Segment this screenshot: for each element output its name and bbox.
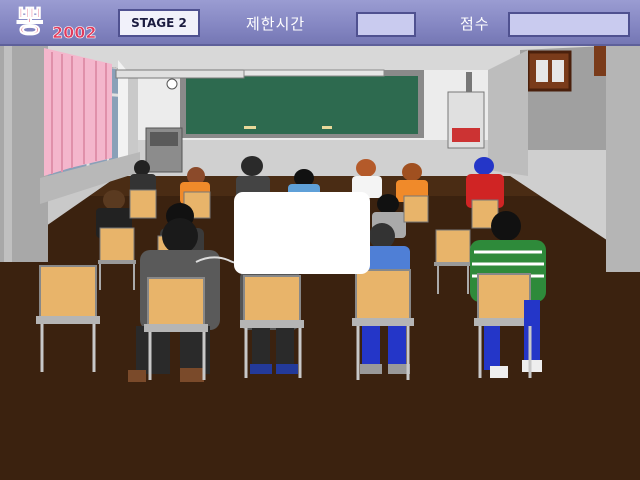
game-logo: 뽕 2002 — [16, 5, 97, 43]
time-limit-field — [356, 12, 416, 37]
stage-label: STAGE 2 — [131, 16, 187, 30]
chalkboard — [180, 70, 424, 138]
hud-bar: 뽕 2002 STAGE 2 제한시간 점수 — [0, 0, 640, 46]
svg-text:2002: 2002 — [52, 23, 97, 42]
game-screen: 뽕 2002 STAGE 2 제한시간 점수 — [0, 0, 640, 480]
svg-text:뽕: 뽕 — [16, 5, 44, 40]
score-field — [508, 12, 630, 37]
curtain — [44, 48, 112, 176]
time-limit-label: 제한시간 — [246, 15, 306, 33]
score-label: 점수 — [460, 15, 490, 33]
stage-indicator: STAGE 2 — [118, 9, 200, 37]
speech-bubble — [234, 192, 370, 274]
